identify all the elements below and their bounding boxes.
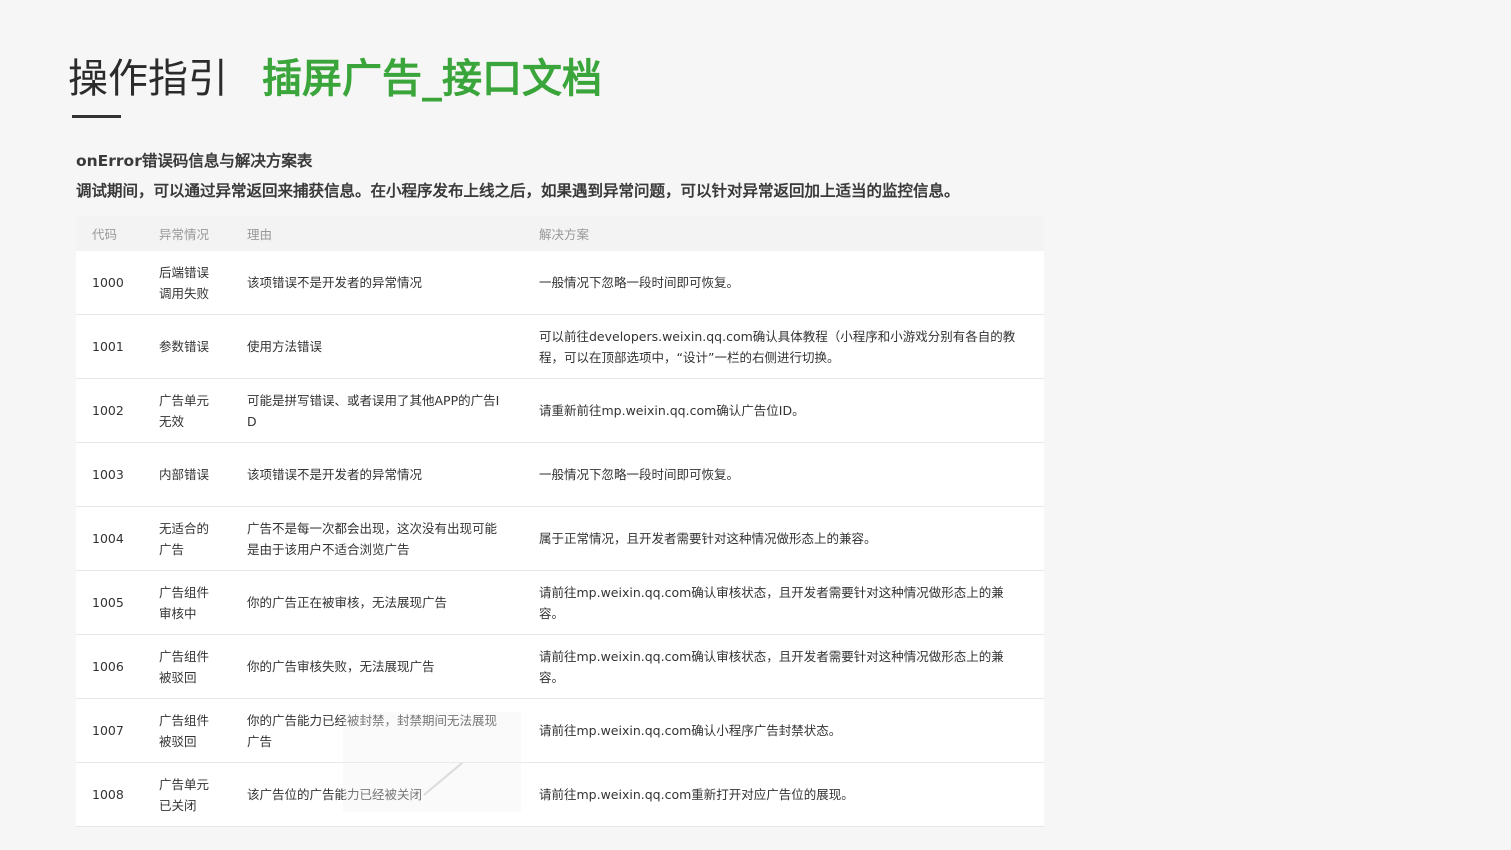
cell-code: 1002: [76, 378, 143, 443]
cell-situation: 广告组件审核中: [143, 570, 231, 635]
cell-situation: 内部错误: [143, 442, 231, 507]
header-reason: 理由: [231, 216, 523, 251]
cell-reason: 该广告位的广告能力已经被关闭: [231, 762, 523, 827]
cell-solution: 一般情况下忽略一段时间即可恢复。: [523, 442, 1044, 507]
table-row: 1007 广告组件被驳回 你的广告能力已经被封禁，封禁期间无法展现广告 请前往m…: [76, 698, 1044, 763]
header-solution: 解决方案: [523, 216, 1044, 251]
cell-code: 1004: [76, 506, 143, 571]
error-code-table: 代码 异常情况 理由 解决方案 1000 后端错误调用失败 该项错误不是开发者的…: [76, 216, 1044, 827]
description-heading: onError错误码信息与解决方案表: [76, 152, 313, 170]
cell-solution: 请重新前往mp.weixin.qq.com确认广告位ID。: [523, 378, 1044, 443]
table-row: 1003 内部错误 该项错误不是开发者的异常情况 一般情况下忽略一段时间即可恢复…: [76, 442, 1044, 507]
cell-reason: 你的广告正在被审核，无法展现广告: [231, 570, 523, 635]
cell-code: 1003: [76, 442, 143, 507]
table-row: 1008 广告单元已关闭 该广告位的广告能力已经被关闭 请前往mp.weixin…: [76, 762, 1044, 827]
cell-code: 1006: [76, 634, 143, 699]
cell-situation: 参数错误: [143, 314, 231, 379]
cell-solution: 请前往mp.weixin.qq.com确认审核状态，且开发者需要针对这种情况做形…: [523, 570, 1044, 635]
title-underline: [72, 115, 121, 118]
table-row: 1002 广告单元无效 可能是拼写错误、或者误用了其他APP的广告ID 请重新前…: [76, 378, 1044, 443]
cell-reason: 你的广告能力已经被封禁，封禁期间无法展现广告: [231, 698, 523, 763]
cell-code: 1000: [76, 251, 143, 315]
cell-code: 1007: [76, 698, 143, 763]
cell-reason: 你的广告审核失败，无法展现广告: [231, 634, 523, 699]
cell-reason: 广告不是每一次都会出现，这次没有出现可能是由于该用户不适合浏览广告: [231, 506, 523, 571]
cell-solution: 可以前往developers.weixin.qq.com确认具体教程（小程序和小…: [523, 314, 1044, 379]
cell-solution: 请前往mp.weixin.qq.com确认审核状态，且开发者需要针对这种情况做形…: [523, 634, 1044, 699]
cell-code: 1005: [76, 570, 143, 635]
description: onError错误码信息与解决方案表 调试期间，可以通过异常返回来捕获信息。在小…: [76, 146, 960, 206]
cell-reason: 该项错误不是开发者的异常情况: [231, 251, 523, 315]
cell-situation: 广告单元已关闭: [143, 762, 231, 827]
cell-situation: 广告组件被驳回: [143, 634, 231, 699]
cell-reason: 使用方法错误: [231, 314, 523, 379]
cell-solution: 一般情况下忽略一段时间即可恢复。: [523, 251, 1044, 315]
cell-solution: 属于正常情况，且开发者需要针对这种情况做形态上的兼容。: [523, 506, 1044, 571]
table-row: 1006 广告组件被驳回 你的广告审核失败，无法展现广告 请前往mp.weixi…: [76, 634, 1044, 699]
cell-solution: 请前往mp.weixin.qq.com重新打开对应广告位的展现。: [523, 762, 1044, 827]
cell-reason: 可能是拼写错误、或者误用了其他APP的广告ID: [231, 378, 523, 443]
cell-reason: 该项错误不是开发者的异常情况: [231, 442, 523, 507]
table-header-row: 代码 异常情况 理由 解决方案: [76, 216, 1044, 251]
cell-situation: 广告组件被驳回: [143, 698, 231, 763]
page-header: 操作指引 插屏广告_接口文档: [68, 50, 602, 104]
cell-code: 1008: [76, 762, 143, 827]
cell-situation: 广告单元无效: [143, 378, 231, 443]
header-code: 代码: [76, 216, 143, 251]
page-subtitle: 插屏广告_接口文档: [262, 56, 602, 102]
table-row: 1000 后端错误调用失败 该项错误不是开发者的异常情况 一般情况下忽略一段时间…: [76, 251, 1044, 315]
description-text: 调试期间，可以通过异常返回来捕获信息。在小程序发布上线之后，如果遇到异常问题，可…: [76, 182, 960, 200]
page-title: 操作指引: [68, 56, 228, 102]
table-row: 1005 广告组件审核中 你的广告正在被审核，无法展现广告 请前往mp.weix…: [76, 570, 1044, 635]
cell-situation: 无适合的广告: [143, 506, 231, 571]
cell-solution: 请前往mp.weixin.qq.com确认小程序广告封禁状态。: [523, 698, 1044, 763]
cell-situation: 后端错误调用失败: [143, 251, 231, 315]
table-row: 1001 参数错误 使用方法错误 可以前往developers.weixin.q…: [76, 314, 1044, 379]
cell-code: 1001: [76, 314, 143, 379]
header-situation: 异常情况: [143, 216, 231, 251]
table-row: 1004 无适合的广告 广告不是每一次都会出现，这次没有出现可能是由于该用户不适…: [76, 506, 1044, 571]
